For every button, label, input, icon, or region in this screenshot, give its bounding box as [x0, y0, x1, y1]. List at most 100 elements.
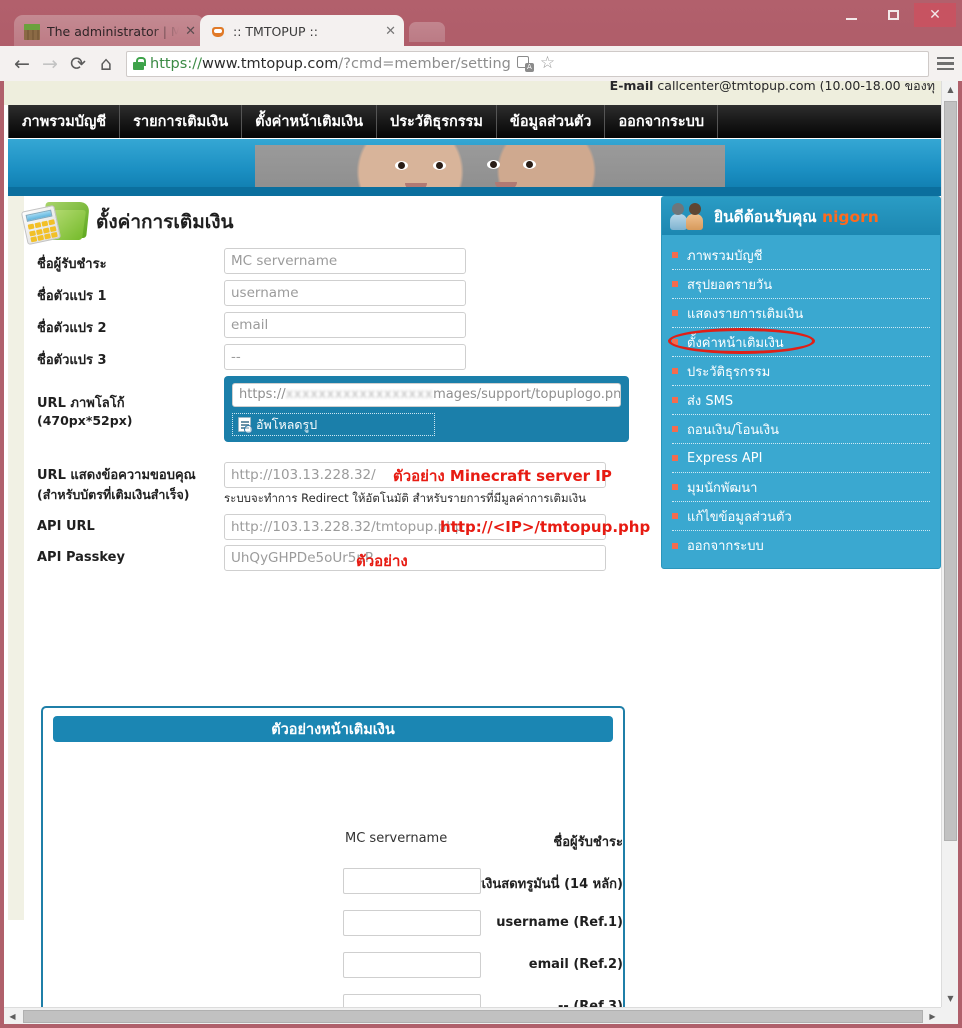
forward-icon[interactable]: →	[36, 50, 64, 78]
upload-image-button[interactable]: อัพโหลดรูป	[232, 413, 435, 436]
sidebar-item-label: แก้ไขข้อมูลส่วนตัว	[687, 509, 792, 525]
field-label: ชื่อตัวแปร 3	[37, 353, 107, 368]
field-label: API URL	[37, 519, 95, 534]
member-sidebar: ยินดีต้อนรับคุณ nigorn ภาพรวมบัญชี สรุปย…	[661, 196, 941, 569]
sidebar-item-label: Express API	[687, 450, 763, 466]
sidebar-item-transaction-history[interactable]: ประวัติธุรกรรม	[672, 357, 930, 386]
preview-row-card-code: รหัสบัตรเงินสดทรูมันนี่ (14 หลัก)	[43, 866, 623, 908]
horizontal-scrollbar[interactable]: ◀ ▶	[4, 1007, 941, 1024]
page-header: ตั้งค่าการเติมเงิน	[20, 200, 234, 246]
red-oval-annotation	[668, 328, 815, 354]
api-passkey-annotation: ตัวอย่าง	[356, 552, 408, 570]
thanks-sublabel: (สำหรับบัตรที่เติมเงินสำเร็จ)	[37, 487, 190, 502]
new-tab-button[interactable]	[409, 22, 445, 42]
thanks-label: URL แสดงข้อความขอบคุณ	[37, 468, 196, 483]
payee-name-input[interactable]: MC servername	[224, 248, 466, 274]
url-host: www.tmtopup.com	[201, 55, 339, 72]
close-icon[interactable]: ✕	[185, 24, 196, 39]
folder-calculator-icon	[20, 200, 90, 246]
people-icon	[670, 202, 706, 230]
vertical-scroll-thumb[interactable]	[944, 101, 957, 841]
scroll-down-icon[interactable]: ▼	[942, 990, 959, 1007]
url-text: https://www.tmtopup.com/?cmd=member/sett…	[150, 56, 511, 72]
sidebar-item-edit-profile[interactable]: แก้ไขข้อมูลส่วนตัว	[672, 502, 930, 531]
lock-icon	[133, 57, 146, 70]
address-bar[interactable]: https://www.tmtopup.com/?cmd=member/sett…	[126, 50, 929, 77]
variable-3-input[interactable]: --	[224, 344, 466, 370]
bullet-icon	[672, 281, 678, 287]
preview-header: ตัวอย่างหน้าเติมเงิน	[53, 716, 613, 742]
horizontal-scroll-thumb[interactable]	[23, 1010, 923, 1023]
tab-strip: The administrator | Minec ✕ :: TMTOPUP :…	[0, 15, 962, 48]
url-suffix: mages/support/topuplogo.png	[433, 387, 621, 402]
preview-card-code-input[interactable]	[343, 868, 481, 894]
sidebar-item-label: มุมนักพัฒนา	[687, 480, 758, 496]
logo-label: URL ภาพโลโก้	[37, 396, 125, 411]
close-icon[interactable]: ✕	[385, 24, 396, 39]
thanks-url-annotation: ตัวอย่าง Minecraft server IP	[393, 467, 612, 485]
tab-tmtopup[interactable]: :: TMTOPUP :: ✕	[200, 15, 404, 48]
star-icon[interactable]: ☆	[540, 55, 555, 72]
translate-icon[interactable]: A	[516, 55, 534, 72]
bullet-icon	[672, 542, 678, 549]
field-row-api-url: API URL http://103.13.228.32/tmtopup.php…	[8, 514, 656, 545]
scroll-left-icon[interactable]: ◀	[4, 1008, 21, 1025]
nav-item-overview[interactable]: ภาพรวมบัญชี	[8, 105, 121, 138]
sidebar-item-overview[interactable]: ภาพรวมบัญชี	[672, 241, 930, 270]
nav-item-transaction-history[interactable]: ประวัติธุรกรรม	[377, 105, 497, 138]
field-label: URL ภาพโลโก้ (470px*52px)	[37, 392, 132, 428]
variable-1-input[interactable]: username	[224, 280, 466, 306]
welcome-prefix: ยินดีต้อนรับคุณ	[714, 207, 823, 226]
variable-2-input[interactable]: email	[224, 312, 466, 338]
sidebar-item-topup-list[interactable]: แสดงรายการเติมเงิน	[672, 299, 930, 328]
nav-item-topup-settings[interactable]: ตั้งค่าหน้าเติมเงิน	[242, 105, 378, 138]
tab-minecraft-admin[interactable]: The administrator | Minec ✕	[14, 15, 204, 48]
scrollbar-corner	[941, 1007, 958, 1024]
redirect-note: ระบบจะทำการ Redirect ให้อัตโนมัติ สำหรับ…	[224, 491, 586, 505]
field-label: ชื่อผู้รับชำระ	[37, 257, 107, 272]
nav-item-profile[interactable]: ข้อมูลส่วนตัว	[497, 105, 606, 138]
sidebar-item-logout[interactable]: ออกจากระบบ	[672, 531, 930, 560]
sidebar-box: ยินดีต้อนรับคุณ nigorn ภาพรวมบัญชี สรุปย…	[661, 196, 941, 569]
site-navigation: ภาพรวมบัญชี รายการเติมเงิน ตั้งค่าหน้าเต…	[8, 105, 941, 138]
bullet-icon	[672, 513, 678, 519]
browser-chrome: ✕ The administrator | Minec ✕ :: TMTOPUP…	[0, 0, 962, 81]
api-passkey-input[interactable]: UhQyGHPDe5oUr5nR	[224, 545, 606, 571]
scroll-up-icon[interactable]: ▲	[942, 81, 959, 98]
bullet-icon	[672, 426, 678, 432]
field-label: API Passkey	[37, 550, 125, 565]
home-icon[interactable]: ⌂	[92, 50, 120, 78]
hamburger-menu-icon[interactable]	[937, 56, 954, 71]
scroll-right-icon[interactable]: ▶	[924, 1008, 941, 1025]
sidebar-item-daily-summary[interactable]: สรุปยอดรายวัน	[672, 270, 930, 299]
page-content: ตั้งค่าการเติมเงิน ชื่อผู้รับชำระ MC ser…	[8, 196, 941, 1024]
field-row-logo-url: URL ภาพโลโก้ (470px*52px) https://xxxxxx…	[8, 376, 656, 462]
nav-item-topup-list[interactable]: รายการเติมเงิน	[120, 105, 243, 138]
preview-ref1-input[interactable]	[343, 910, 481, 936]
preview-row-payee: ชื่อผู้รับชำระ MC servername	[43, 824, 623, 866]
logo-url-input[interactable]: https://xxxxxxxxxxxxxxxxxxmages/support/…	[232, 383, 621, 407]
preview-ref2-input[interactable]	[343, 952, 481, 978]
browser-toolbar: ← → ⟳ ⌂ https://www.tmtopup.com/?cmd=mem…	[0, 46, 962, 81]
bullet-icon	[672, 310, 678, 316]
sidebar-item-topup-settings[interactable]: ตั้งค่าหน้าเติมเงิน	[668, 328, 930, 357]
sidebar-item-label: ส่ง SMS	[687, 393, 734, 409]
document-search-icon	[238, 417, 253, 434]
logo-url-panel: https://xxxxxxxxxxxxxxxxxxmages/support/…	[224, 376, 629, 442]
sidebar-item-express-api[interactable]: Express API	[672, 444, 930, 473]
omnibox-actions: A ☆	[516, 55, 555, 72]
reload-icon[interactable]: ⟳	[64, 50, 92, 78]
sidebar-item-label: แสดงรายการเติมเงิน	[687, 306, 804, 322]
nav-item-logout[interactable]: ออกจากระบบ	[605, 105, 719, 138]
field-row-var2: ชื่อตัวแปร 2 email	[8, 312, 656, 344]
sidebar-item-send-sms[interactable]: ส่ง SMS	[672, 386, 930, 415]
sidebar-item-withdraw-transfer[interactable]: ถอนเงิน/โอนเงิน	[672, 415, 930, 444]
site-contact-bar: E-mail callcenter@tmtopup.com (10.00-18.…	[4, 81, 941, 105]
sidebar-item-developer-corner[interactable]: มุมนักพัฒนา	[672, 473, 930, 502]
vertical-scrollbar[interactable]: ▲ ▼	[941, 81, 958, 1007]
browser-window: ✕ The administrator | Minec ✕ :: TMTOPUP…	[0, 0, 962, 1028]
sidebar-item-label: ออกจากระบบ	[687, 539, 764, 554]
back-icon[interactable]: ←	[8, 50, 36, 78]
cat-icon	[210, 23, 226, 40]
site-banner	[8, 139, 941, 197]
